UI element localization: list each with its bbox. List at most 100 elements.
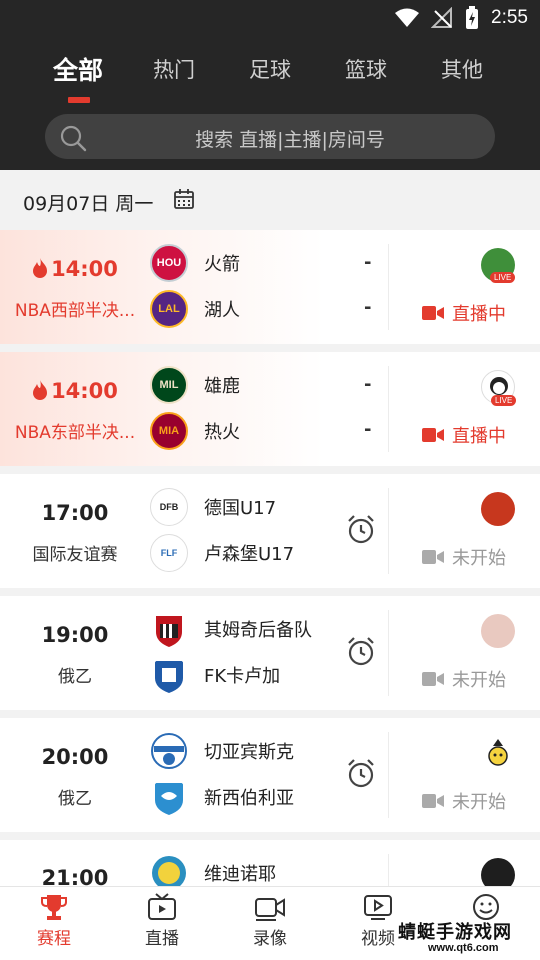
live-tag: LIVE — [490, 272, 516, 283]
streamer-avatar[interactable]: LIVE — [481, 370, 517, 406]
team-logo-shield-icon — [155, 783, 183, 815]
tab-other[interactable]: 其他 — [422, 54, 502, 84]
league-name: 俄乙 — [58, 667, 92, 687]
flame-icon — [33, 258, 48, 278]
team-logo: DFB — [150, 488, 188, 526]
away-team: LAL 湖人 — [150, 290, 240, 328]
home-score: - — [364, 374, 372, 395]
team-name: 其姆奇后备队 — [204, 620, 312, 641]
tab-hot[interactable]: 热门 — [134, 54, 214, 84]
nav-schedule[interactable]: 赛程 — [14, 893, 94, 949]
watermark-url: www.qt6.com — [428, 942, 499, 954]
search-input[interactable]: 搜索 直播|主播|房间号 — [45, 114, 495, 159]
divider — [388, 244, 389, 330]
tab-all[interactable]: 全部 — [38, 51, 118, 87]
video-camera-icon — [255, 898, 285, 921]
match-card[interactable]: 17:00 国际友谊赛 DFB 德国U17 FLF 卢森堡U17 未开始 — [0, 474, 540, 588]
team-name: 新西伯利亚 — [204, 788, 294, 809]
team-logo-shield-icon — [155, 661, 183, 693]
date-label: 09月07日 周一 — [23, 193, 154, 215]
match-time: 17:00 — [41, 501, 109, 525]
match-card[interactable]: 14:00 NBA西部半决... HOU 火箭 LAL 湖人 - - LIVE … — [0, 230, 540, 344]
divider — [388, 366, 389, 452]
video-camera-icon — [422, 550, 444, 564]
home-team: 切亚宾斯克 — [150, 732, 294, 770]
team-logo-badge-icon — [152, 856, 186, 886]
alarm-clock-icon[interactable] — [346, 636, 376, 666]
status-button[interactable]: 未开始 — [422, 666, 506, 692]
team-logo-shield-icon — [156, 616, 182, 647]
status-bar: 2:55 — [0, 0, 540, 36]
team-logo: MIL — [150, 366, 188, 404]
streamer-avatar[interactable] — [481, 492, 515, 526]
away-team: 新西伯利亚 — [150, 778, 294, 816]
match-card[interactable]: 19:00 俄乙 其姆奇后备队 FK卡卢加 未开始 — [0, 596, 540, 710]
match-time: 14:00 — [0, 257, 150, 281]
match-time: 19:00 — [41, 623, 109, 647]
no-signal-icon — [431, 7, 453, 28]
home-team: HOU 火箭 — [150, 244, 240, 282]
alarm-clock-icon[interactable] — [346, 758, 376, 788]
play-screen-icon — [364, 895, 392, 920]
away-score: - — [364, 297, 372, 318]
league-name: NBA西部半决... — [14, 301, 136, 321]
clock: 2:55 — [491, 7, 528, 28]
team-name: 雄鹿 — [204, 376, 240, 397]
league-name: 国际友谊赛 — [32, 545, 118, 565]
match-card[interactable]: 14:00 NBA东部半决... MIL 雄鹿 MIA 热火 - - LIVE … — [0, 352, 540, 466]
divider — [388, 854, 389, 886]
watermark: 蜻蜓手游戏网 www.qt6.com — [398, 918, 532, 958]
streamer-avatar[interactable] — [481, 736, 515, 770]
team-name: 切亚宾斯克 — [204, 742, 294, 763]
video-camera-icon — [422, 306, 444, 320]
trophy-icon — [41, 895, 67, 920]
league-name: 俄乙 — [58, 789, 92, 809]
team-name: 火箭 — [204, 254, 240, 275]
away-team: MIA 热火 — [150, 412, 240, 450]
tab-football[interactable]: 足球 — [230, 54, 310, 84]
divider — [388, 488, 389, 574]
match-time: 21:00 — [41, 866, 109, 886]
team-name: 湖人 — [204, 300, 240, 321]
nav-replay[interactable]: 录像 — [230, 893, 310, 949]
video-camera-icon — [422, 794, 444, 808]
smiley-icon — [473, 894, 499, 920]
date-bar: 09月07日 周一 — [0, 170, 540, 230]
video-camera-icon — [422, 672, 444, 686]
divider — [388, 610, 389, 696]
live-status-button[interactable]: 直播中 — [422, 300, 506, 326]
live-status-button[interactable]: 直播中 — [422, 422, 506, 448]
watermark-text: 蜻蜓手游戏网 — [398, 922, 512, 943]
match-time: 20:00 — [41, 745, 109, 769]
team-name: FK卡卢加 — [204, 666, 281, 687]
league-name: NBA东部半决... — [14, 423, 136, 443]
team-logo: HOU — [150, 244, 188, 282]
status-button[interactable]: 未开始 — [422, 788, 506, 814]
flame-icon — [33, 380, 48, 400]
battery-icon — [466, 6, 479, 29]
streamer-avatar[interactable] — [481, 858, 515, 886]
header: 全部 热门 足球 篮球 其他 搜索 直播|主播|房间号 — [0, 36, 540, 170]
match-card[interactable]: 20:00 俄乙 切亚宾斯克 新西伯利亚 未开始 — [0, 718, 540, 832]
team-logo: LAL — [150, 290, 188, 328]
home-team: 其姆奇后备队 — [150, 610, 312, 648]
away-team: FK卡卢加 — [150, 656, 280, 694]
video-camera-icon — [422, 428, 444, 442]
nav-live[interactable]: 直播 — [122, 893, 202, 949]
team-name: 热火 — [204, 422, 240, 443]
team-logo: FLF — [150, 534, 188, 572]
calendar-icon[interactable] — [173, 188, 195, 210]
team-name: 卢森堡U17 — [204, 544, 295, 565]
tv-icon — [148, 893, 176, 920]
alarm-clock-icon[interactable] — [346, 514, 376, 544]
streamer-avatar[interactable]: LIVE — [481, 248, 516, 283]
streamer-avatar[interactable] — [481, 614, 515, 648]
live-tag: LIVE — [491, 395, 517, 406]
team-name: 德国U17 — [204, 498, 277, 519]
status-button[interactable]: 未开始 — [422, 544, 506, 570]
team-logo-ball-icon — [151, 733, 187, 769]
divider — [388, 732, 389, 818]
match-card[interactable]: 21:00 维迪诺耶 — [0, 840, 540, 886]
tab-basketball[interactable]: 篮球 — [326, 54, 406, 84]
team-name: 维迪诺耶 — [204, 864, 276, 885]
